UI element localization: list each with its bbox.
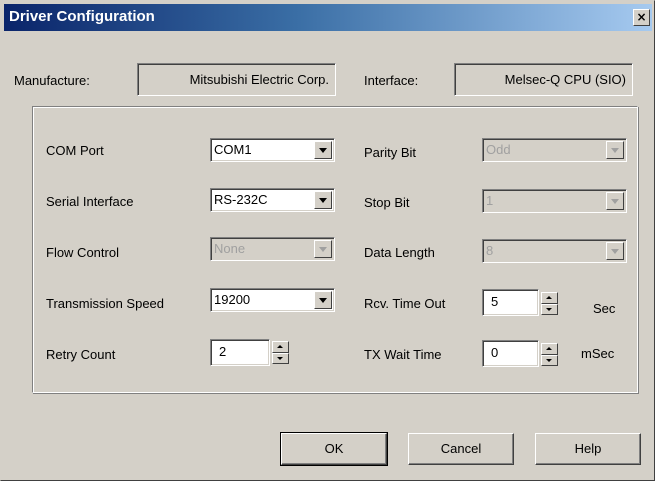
tx-wait-time-field[interactable]: 0: [482, 340, 539, 367]
dropdown-arrow-icon: [314, 240, 332, 258]
stop-bit-label: Stop Bit: [364, 195, 410, 210]
parity-bit-select: Odd: [482, 138, 627, 162]
cancel-button[interactable]: Cancel: [408, 433, 514, 465]
stop-bit-select: 1: [482, 189, 627, 213]
spin-down-icon[interactable]: [272, 353, 289, 364]
manufacture-value: Mitsubishi Electric Corp.: [137, 63, 336, 96]
com-port-value: COM1: [214, 142, 252, 157]
rcv-time-out-spinner[interactable]: [541, 292, 558, 315]
interface-label: Interface:: [364, 73, 419, 88]
transmission-speed-select[interactable]: 19200: [210, 288, 335, 312]
interface-value-text: Melsec-Q CPU (SIO): [504, 72, 626, 87]
ok-button[interactable]: OK: [280, 432, 388, 466]
serial-interface-label: Serial Interface: [46, 194, 134, 209]
close-button[interactable]: ×: [633, 9, 650, 26]
manufacture-label: Manufacture:: [14, 73, 90, 88]
help-button[interactable]: Help: [535, 433, 641, 465]
spin-up-icon[interactable]: [541, 343, 558, 355]
retry-count-label: Retry Count: [46, 347, 116, 362]
spin-down-icon[interactable]: [541, 355, 558, 366]
rcv-time-out-unit: Sec: [593, 301, 616, 316]
serial-interface-select[interactable]: RS-232C: [210, 188, 335, 212]
dropdown-arrow-icon[interactable]: [314, 141, 332, 159]
manufacture-value-text: Mitsubishi Electric Corp.: [189, 72, 329, 87]
spin-up-icon[interactable]: [272, 341, 289, 353]
dropdown-arrow-icon[interactable]: [314, 191, 332, 209]
parity-bit-label: Parity Bit: [364, 145, 417, 160]
data-length-label: Data Length: [364, 245, 435, 260]
flow-control-label: Flow Control: [46, 245, 119, 260]
spin-down-icon[interactable]: [541, 304, 558, 315]
parity-bit-value: Odd: [486, 142, 511, 157]
title-bar[interactable]: Driver Configuration ×: [4, 4, 652, 31]
com-port-label: COM Port: [46, 143, 104, 158]
window-title: Driver Configuration: [9, 8, 155, 25]
retry-count-value: 2: [219, 344, 227, 359]
flow-control-select: None: [210, 237, 335, 261]
stop-bit-value: 1: [486, 193, 494, 208]
retry-count-spinner[interactable]: [272, 341, 289, 364]
dropdown-arrow-icon: [606, 141, 624, 159]
data-length-select: 8: [482, 239, 627, 263]
tx-wait-time-label: TX Wait Time: [364, 347, 442, 362]
transmission-speed-value: 19200: [214, 292, 251, 307]
dropdown-arrow-icon: [606, 192, 624, 210]
tx-wait-time-unit: mSec: [581, 346, 615, 361]
tx-wait-time-spinner[interactable]: [541, 343, 558, 366]
close-icon: ×: [636, 10, 647, 24]
serial-interface-value: RS-232C: [214, 192, 268, 207]
rcv-time-out-label: Rcv. Time Out: [364, 296, 446, 311]
transmission-speed-label: Transmission Speed: [46, 296, 165, 311]
driver-configuration-dialog: Driver Configuration × Manufacture: Mits…: [0, 0, 655, 481]
tx-wait-time-value: 0: [491, 345, 499, 360]
rcv-time-out-field[interactable]: 5: [482, 289, 539, 316]
rcv-time-out-value: 5: [491, 294, 499, 309]
retry-count-field[interactable]: 2: [210, 339, 270, 366]
flow-control-value: None: [214, 241, 246, 256]
dropdown-arrow-icon: [606, 242, 624, 260]
spin-up-icon[interactable]: [541, 292, 558, 304]
interface-value: Melsec-Q CPU (SIO): [454, 63, 633, 96]
dropdown-arrow-icon[interactable]: [314, 291, 332, 309]
data-length-value: 8: [486, 243, 494, 258]
com-port-select[interactable]: COM1: [210, 138, 335, 162]
